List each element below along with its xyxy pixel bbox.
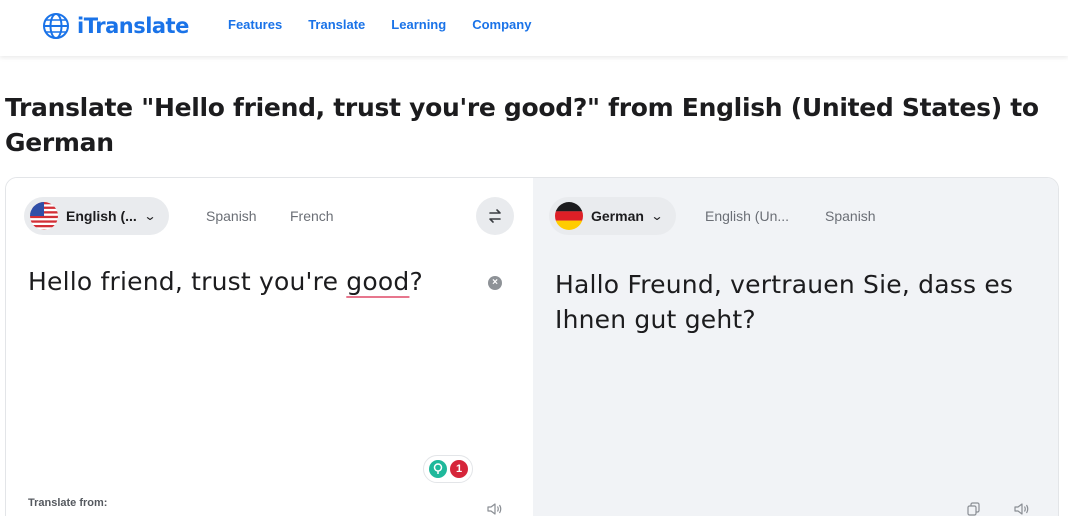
top-navigation: iTranslate Features Translate Learning C… (0, 0, 1068, 56)
chevron-down-icon: ⌄ (650, 209, 664, 223)
target-text-output: Hallo Freund, vertrauen Sie, dass es Ihn… (555, 270, 1014, 334)
nav-company[interactable]: Company (472, 17, 531, 32)
target-alt-spanish[interactable]: Spanish (825, 208, 876, 224)
translator-card: English (... ⌄ Spanish French Hello frie… (5, 177, 1059, 516)
chevron-down-icon: ⌄ (143, 209, 157, 223)
bulb-icon (429, 460, 447, 478)
grammar-check-badge[interactable]: 1 (423, 455, 473, 483)
target-alt-english[interactable]: English (Un... (705, 208, 789, 224)
source-language-select[interactable]: English (... ⌄ (24, 197, 169, 235)
clear-icon[interactable]: × (488, 276, 502, 290)
page-title: Translate "Hello friend, trust you're go… (5, 93, 1039, 157)
target-pane: German ⌄ English (Un... Spanish Hallo Fr… (533, 178, 1058, 516)
translate-from-label: Translate from: (28, 497, 108, 509)
brand-name: iTranslate (77, 14, 189, 38)
grammar-flagged-word[interactable]: good (346, 267, 409, 296)
grammar-issue-count: 1 (450, 460, 468, 478)
nav-learning[interactable]: Learning (391, 17, 446, 32)
main-nav: Features Translate Learning Company (228, 17, 531, 32)
speaker-icon[interactable] (1011, 498, 1033, 516)
brand-logo[interactable]: iTranslate (41, 11, 189, 41)
de-flag-icon (555, 202, 583, 230)
source-language-label: English (... (66, 208, 137, 224)
copy-icon[interactable] (963, 498, 985, 516)
source-pane: English (... ⌄ Spanish French Hello frie… (6, 178, 533, 516)
target-language-label: German (591, 208, 644, 224)
source-text-input[interactable]: Hello friend, trust you're good? (28, 267, 423, 296)
us-flag-icon (30, 202, 58, 230)
swap-icon (489, 209, 501, 223)
speaker-icon[interactable] (484, 498, 506, 516)
target-language-select[interactable]: German ⌄ (549, 197, 676, 235)
nav-features[interactable]: Features (228, 17, 282, 32)
source-text-part: ? (409, 267, 423, 296)
globe-icon (43, 13, 69, 39)
source-alt-spanish[interactable]: Spanish (206, 208, 257, 224)
source-alt-french[interactable]: French (290, 208, 334, 224)
source-text-part: Hello friend, trust you're (28, 267, 347, 296)
nav-translate[interactable]: Translate (308, 17, 365, 32)
swap-languages-button[interactable] (476, 197, 514, 235)
